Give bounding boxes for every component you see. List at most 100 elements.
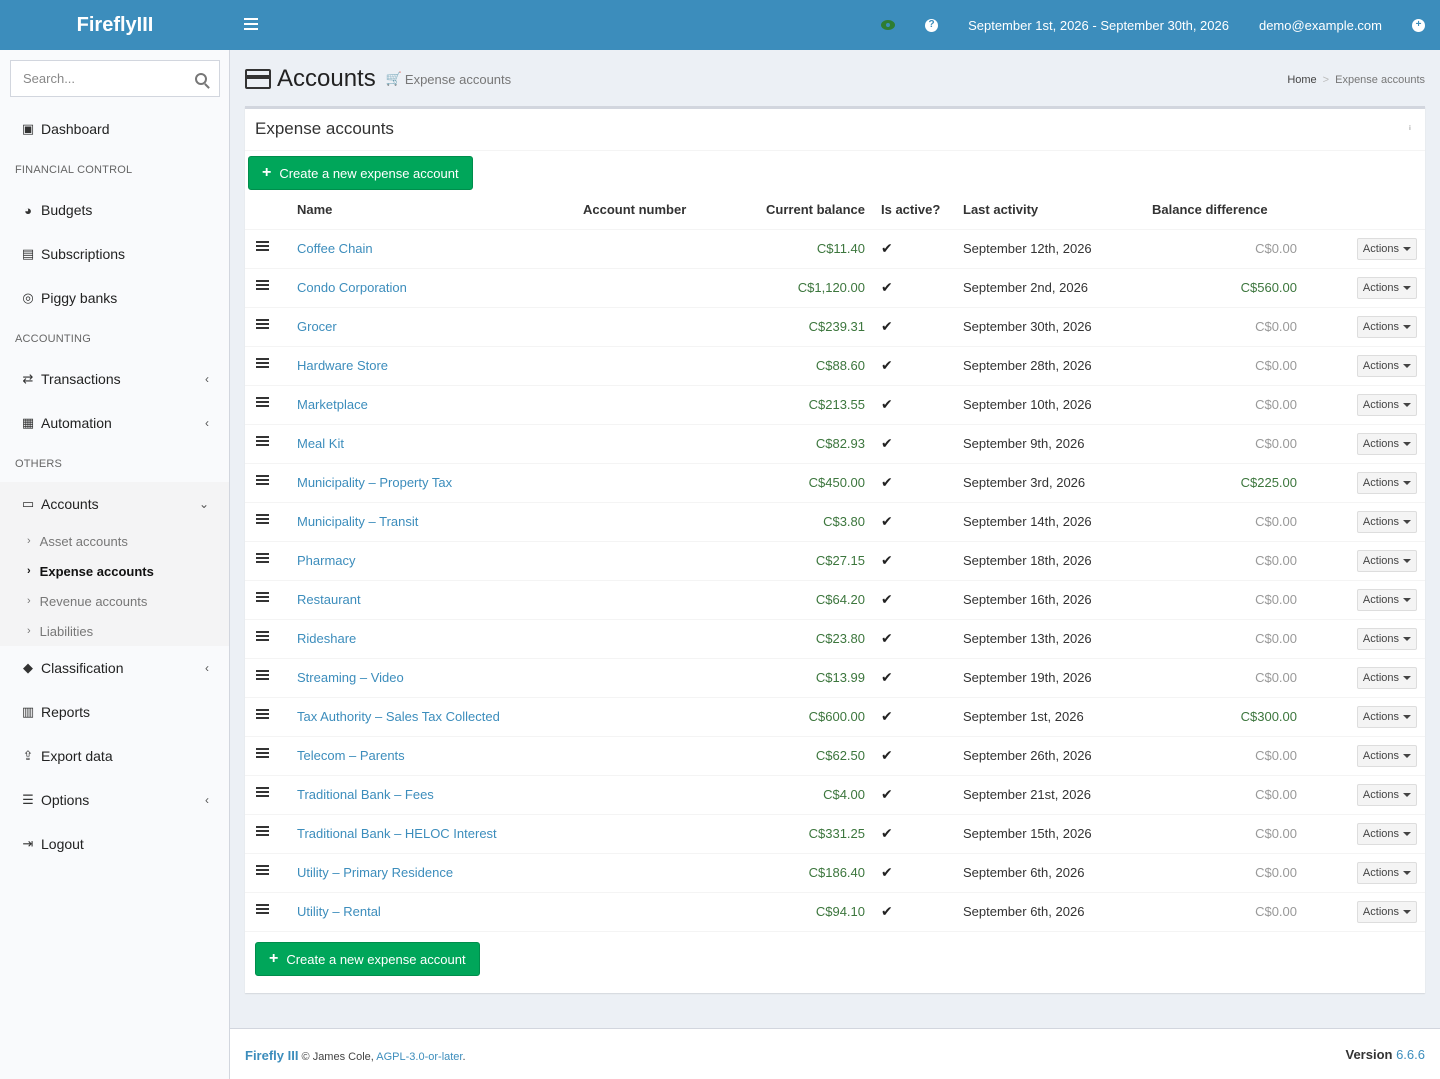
actions-dropdown-button[interactable]: Actions xyxy=(1356,783,1417,806)
sidebar-toggle-icon[interactable] xyxy=(244,18,258,32)
drag-handle-icon[interactable] xyxy=(256,787,269,799)
actions-dropdown-button[interactable]: Actions xyxy=(1356,471,1417,494)
user-menu[interactable]: demo@example.com xyxy=(1244,0,1397,50)
search-input[interactable] xyxy=(23,71,195,86)
sidebar-item-options[interactable]: ☰ Options ‹ xyxy=(0,778,229,822)
account-name-link[interactable]: Coffee Chain xyxy=(297,241,373,256)
actions-dropdown-button[interactable]: Actions xyxy=(1356,354,1417,377)
sidebar-subitem-revenue-accounts[interactable]: › Revenue accounts xyxy=(27,590,147,612)
account-name-link[interactable]: Municipality – Property Tax xyxy=(297,475,452,490)
drag-handle-icon[interactable] xyxy=(256,748,269,760)
drag-handle-icon[interactable] xyxy=(256,553,269,565)
actions-dropdown-button[interactable]: Actions xyxy=(1356,432,1417,455)
actions-dropdown-button[interactable]: Actions xyxy=(1356,237,1417,260)
actions-dropdown-button[interactable]: Actions xyxy=(1356,510,1417,533)
actions-dropdown-button[interactable]: Actions xyxy=(1356,861,1417,884)
date-range-picker[interactable]: September 1st, 2026 - September 30th, 20… xyxy=(953,0,1244,50)
account-name-link[interactable]: Pharmacy xyxy=(297,553,356,568)
actions-dropdown-button[interactable]: Actions xyxy=(1356,627,1417,650)
col-account-number[interactable]: Account number xyxy=(583,191,723,230)
drag-handle-icon[interactable] xyxy=(256,397,269,409)
footer-brand[interactable]: Firefly III xyxy=(245,1048,298,1063)
drag-handle-icon[interactable] xyxy=(256,280,269,292)
breadcrumb-home[interactable]: Home xyxy=(1287,74,1316,86)
drag-handle-icon[interactable] xyxy=(256,865,269,877)
account-name-link[interactable]: Traditional Bank – HELOC Interest xyxy=(297,826,497,841)
version-link[interactable]: 6.6.6 xyxy=(1396,1047,1425,1062)
caret-down-icon xyxy=(1403,480,1411,485)
actions-dropdown-button[interactable]: Actions xyxy=(1356,744,1417,767)
account-name-link[interactable]: Marketplace xyxy=(297,397,368,412)
sidebar-item-classification[interactable]: ◆ Classification ‹ xyxy=(0,646,229,690)
account-name-link[interactable]: Traditional Bank – Fees xyxy=(297,787,434,802)
account-name-link[interactable]: Restaurant xyxy=(297,592,361,607)
account-name-link[interactable]: Hardware Store xyxy=(297,358,388,373)
drag-handle-icon[interactable] xyxy=(256,475,269,487)
account-name-link[interactable]: Municipality – Transit xyxy=(297,514,418,529)
sidebar-item-export-data[interactable]: ⇪ Export data xyxy=(0,734,229,778)
actions-dropdown-button[interactable]: Actions xyxy=(1356,276,1417,299)
account-name-link[interactable]: Tax Authority – Sales Tax Collected xyxy=(297,709,500,724)
drag-handle-icon[interactable] xyxy=(256,241,269,253)
sidebar-item-logout[interactable]: ⇥ Logout xyxy=(0,822,229,866)
sidebar-subitem-expense-accounts[interactable]: › Expense accounts xyxy=(27,560,154,582)
actions-dropdown-button[interactable]: Actions xyxy=(1356,315,1417,338)
account-name-link[interactable]: Meal Kit xyxy=(297,436,344,451)
col-last-activity[interactable]: Last activity xyxy=(963,191,1152,230)
actions-dropdown-button[interactable]: Actions xyxy=(1356,822,1417,845)
account-name-link[interactable]: Rideshare xyxy=(297,631,356,646)
account-name-link[interactable]: Grocer xyxy=(297,319,337,334)
drag-handle-icon[interactable] xyxy=(256,631,269,643)
drag-handle-icon[interactable] xyxy=(256,592,269,604)
drag-handle-icon[interactable] xyxy=(256,826,269,838)
create-expense-account-button-top[interactable]: + Create a new expense account xyxy=(248,156,473,190)
col-is-active[interactable]: Is active? xyxy=(870,191,963,230)
account-name-link[interactable]: Utility – Primary Residence xyxy=(297,865,453,880)
actions-dropdown-button[interactable]: Actions xyxy=(1356,900,1417,923)
sidebar-item-transactions[interactable]: ⇄ Transactions ‹ xyxy=(0,357,229,401)
col-current-balance[interactable]: Current balance xyxy=(723,191,870,230)
sidebar-item-dashboard[interactable]: ▣ Dashboard xyxy=(0,107,229,151)
drag-handle-icon[interactable] xyxy=(256,514,269,526)
privacy-toggle[interactable] xyxy=(866,0,910,50)
top-navbar: FireflyIII ? September 1st, 2026 - Septe… xyxy=(0,0,1440,50)
drag-handle-icon[interactable] xyxy=(256,436,269,448)
is-active-cell: ✔ xyxy=(870,697,963,737)
drag-handle-icon[interactable] xyxy=(256,709,269,721)
actions-dropdown-button[interactable]: Actions xyxy=(1356,588,1417,611)
help-button[interactable]: ? xyxy=(910,0,953,50)
sidebar-item-budgets[interactable]: ◕ Budgets xyxy=(0,188,229,232)
current-balance: C$27.15 xyxy=(723,541,870,581)
sidebar-item-piggy-banks[interactable]: ◎ Piggy banks xyxy=(0,276,229,320)
account-name-link[interactable]: Streaming – Video xyxy=(297,670,404,685)
sidebar-item-reports[interactable]: ▥ Reports xyxy=(0,690,229,734)
license-link[interactable]: AGPL-3.0-or-later xyxy=(376,1051,462,1063)
table-row: Streaming – Video C$13.99 ✔ September 19th,… xyxy=(245,658,1425,698)
info-icon[interactable]: ⁱ xyxy=(1409,123,1411,137)
account-name-cell: Coffee Chain xyxy=(297,229,583,269)
col-balance-difference[interactable]: Balance difference xyxy=(1152,191,1302,230)
sidebar-subitem-asset-accounts[interactable]: › Asset accounts xyxy=(27,530,128,552)
account-name-link[interactable]: Condo Corporation xyxy=(297,280,407,295)
drag-handle-icon[interactable] xyxy=(256,904,269,916)
actions-dropdown-button[interactable]: Actions xyxy=(1356,705,1417,728)
settings-button[interactable]: + xyxy=(1397,0,1440,50)
col-name[interactable]: Name xyxy=(297,191,583,230)
drag-handle-icon[interactable] xyxy=(256,319,269,331)
actions-dropdown-button[interactable]: Actions xyxy=(1356,549,1417,572)
create-expense-account-button-bottom[interactable]: + Create a new expense account xyxy=(255,942,480,976)
drag-handle-icon[interactable] xyxy=(256,670,269,682)
search-icon[interactable] xyxy=(195,72,207,85)
app-logo[interactable]: FireflyIII xyxy=(0,0,230,50)
expense-accounts-box: Expense accounts ⁱ + Create a new expense… xyxy=(245,106,1425,993)
sidebar-item-automation[interactable]: ▦ Automation ‹ xyxy=(0,401,229,445)
eye-icon xyxy=(881,20,896,30)
sidebar-item-accounts[interactable]: ▭ Accounts ⌄ xyxy=(0,482,229,526)
sidebar-subitem-liabilities[interactable]: › Liabilities xyxy=(27,620,93,642)
account-name-link[interactable]: Telecom – Parents xyxy=(297,748,405,763)
drag-handle-icon[interactable] xyxy=(256,358,269,370)
actions-dropdown-button[interactable]: Actions xyxy=(1356,666,1417,689)
sidebar-item-subscriptions[interactable]: ▤ Subscriptions xyxy=(0,232,229,276)
actions-dropdown-button[interactable]: Actions xyxy=(1356,393,1417,416)
account-name-link[interactable]: Utility – Rental xyxy=(297,904,381,919)
